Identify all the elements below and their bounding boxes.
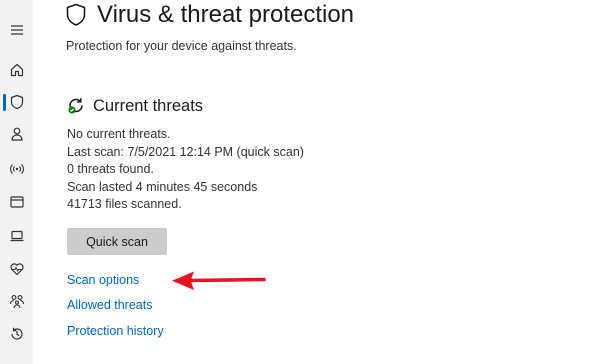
person-icon[interactable] (8, 125, 26, 143)
refresh-scan-icon (66, 96, 86, 116)
laptop-icon[interactable] (8, 227, 26, 245)
quick-scan-button[interactable]: Quick scan (67, 228, 167, 255)
main-content: Virus & threat protection Protection for… (33, 0, 604, 364)
page-header: Virus & threat protection (65, 0, 354, 30)
page-title: Virus & threat protection (97, 1, 355, 28)
scan-info: No current threats. Last scan: 7/5/2021 … (67, 126, 304, 214)
threat-status-text: No current threats. (67, 127, 171, 141)
home-icon[interactable] (8, 61, 26, 79)
files-scanned-text: 41713 files scanned. (67, 197, 182, 211)
red-arrow-annotation (172, 271, 266, 290)
page-subtitle: Protection for your device against threa… (66, 39, 297, 53)
app-browser-icon[interactable] (8, 193, 26, 211)
threats-found-text: 0 threats found. (67, 162, 154, 176)
wireless-icon[interactable] (8, 160, 26, 178)
active-indicator (3, 94, 6, 111)
hamburger-menu-icon[interactable] (8, 21, 26, 39)
sidebar (0, 0, 33, 364)
protection-history-link[interactable]: Protection history (67, 324, 164, 338)
shield-icon[interactable] (8, 93, 26, 111)
allowed-threats-link[interactable]: Allowed threats (67, 298, 152, 312)
shield-icon (65, 3, 87, 27)
last-scan-text: Last scan: 7/5/2021 12:14 PM (quick scan… (67, 144, 304, 159)
current-threats-header: Current threats (66, 96, 203, 116)
family-icon[interactable] (8, 292, 26, 310)
history-icon[interactable] (8, 325, 26, 343)
heart-pulse-icon[interactable] (8, 260, 26, 278)
scan-options-link[interactable]: Scan options (67, 273, 139, 287)
section-title: Current threats (93, 96, 204, 115)
scan-duration-text: Scan lasted 4 minutes 45 seconds (67, 179, 258, 194)
